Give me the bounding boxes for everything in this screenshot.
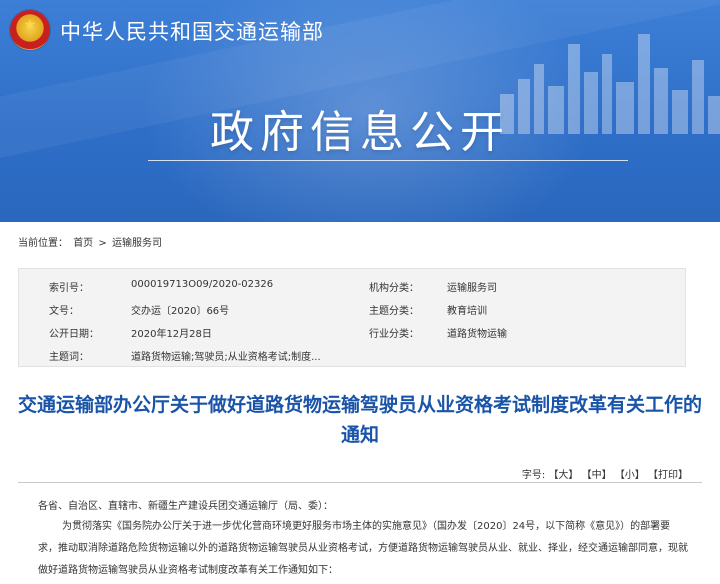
topic-category-value: 教育培训: [447, 306, 487, 317]
ministry-name[interactable]: 中华人民共和国交通运输部: [60, 16, 324, 46]
breadcrumb: 当前位置： 首页 > 运输服务司: [18, 234, 164, 249]
keywords-label: 主题词：: [49, 352, 89, 363]
org-category-label: 机构分类：: [369, 283, 419, 294]
content-divider: [18, 482, 702, 483]
breadcrumb-label: 当前位置：: [18, 238, 68, 249]
topic-category-label: 主题分类：: [369, 306, 419, 317]
header-banner: ★ 中华人民共和国交通运输部 政府信息公开: [0, 0, 720, 222]
industry-category-label: 行业分类：: [369, 329, 419, 340]
font-size-toolbar: 字号: 【大】 【中】 【小】 【打印】: [522, 466, 688, 481]
font-medium-button[interactable]: 【中】: [582, 470, 612, 481]
index-label: 索引号：: [49, 283, 89, 294]
breadcrumb-separator: >: [98, 238, 107, 249]
publish-date-value: 2020年12月28日: [131, 329, 212, 340]
font-large-button[interactable]: 【大】: [548, 470, 578, 481]
section-title: 政府信息公开: [210, 107, 510, 158]
document-info-table: 索引号： 000019713O09/2020-02326 机构分类： 运输服务司…: [18, 268, 686, 367]
doc-number-label: 文号：: [49, 306, 79, 317]
article-salutation: 各省、自治区、直辖市、新疆生产建设兵团交通运输厅（局、委）：: [38, 501, 333, 512]
keywords-value: 道路货物运输;驾驶员;从业资格考试;制度...: [131, 352, 321, 363]
print-button[interactable]: 【打印】: [648, 470, 688, 481]
font-size-label: 字号:: [521, 470, 546, 481]
font-small-button[interactable]: 【小】: [615, 470, 645, 481]
info-row: 文号： 交办运〔2020〕66号 主题分类： 教育培训: [19, 296, 687, 320]
org-category-value: 运输服务司: [447, 283, 497, 294]
info-row: 公开日期： 2020年12月28日 行业分类： 道路货物运输: [19, 319, 687, 343]
national-emblem-icon: ★: [10, 10, 50, 50]
publish-date-label: 公开日期：: [49, 329, 99, 340]
info-row: 索引号： 000019713O09/2020-02326 机构分类： 运输服务司: [19, 273, 687, 297]
info-row: 主题词： 道路货物运输;驾驶员;从业资格考试;制度...: [19, 342, 687, 366]
article-paragraph: 为贯彻落实《国务院办公厅关于进一步优化营商环境更好服务市场主体的实施意见》（国办…: [38, 521, 688, 576]
title-divider: [148, 160, 628, 161]
index-value: 000019713O09/2020-02326: [131, 279, 274, 290]
breadcrumb-current-link[interactable]: 运输服务司: [112, 238, 162, 249]
breadcrumb-home-link[interactable]: 首页: [73, 238, 93, 249]
doc-number-value: 交办运〔2020〕66号: [131, 306, 230, 317]
article-title: 交通运输部办公厅关于做好道路货物运输驾驶员从业资格考试制度改革有关工作的通知: [18, 394, 703, 446]
industry-category-value: 道路货物运输: [447, 329, 507, 340]
